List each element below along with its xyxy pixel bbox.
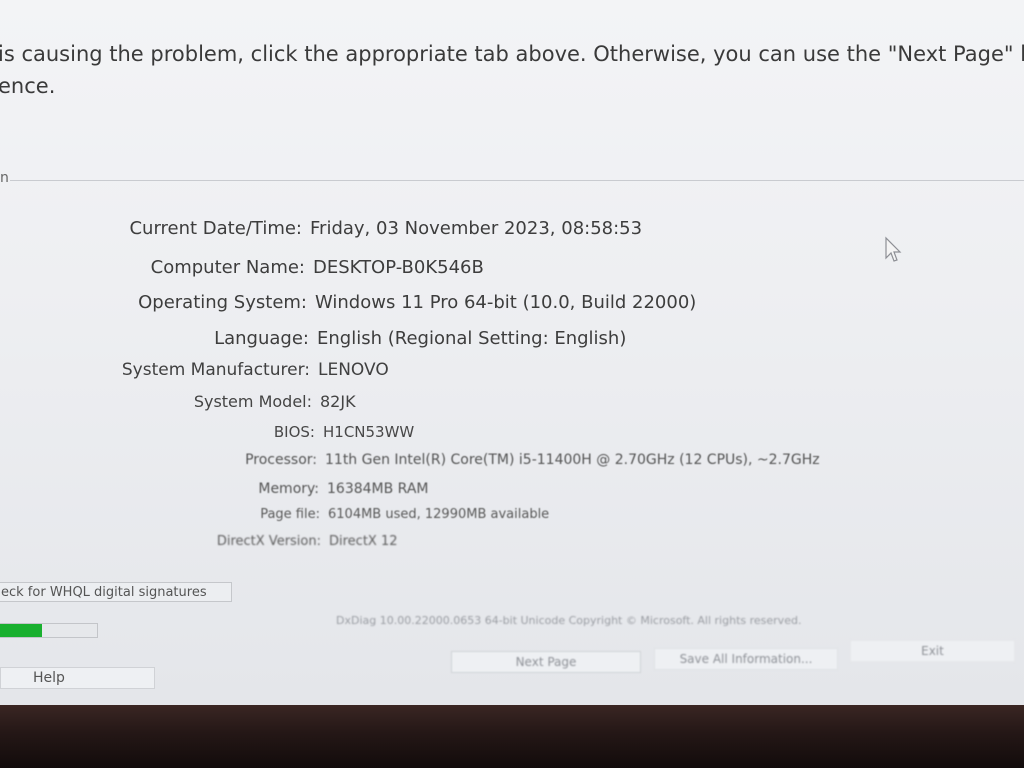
mouse-cursor-icon [885, 236, 902, 262]
info-label: Computer Name: [150, 257, 305, 278]
info-label: Operating System: [138, 292, 307, 313]
instructions-line-2: ence. [0, 74, 56, 98]
info-value: 82JK [320, 392, 356, 411]
info-label: DirectX Version: [216, 534, 321, 549]
copyright-text: DxDiag 10.00.22000.0653 64-bit Unicode C… [336, 614, 802, 627]
progress-fill [0, 624, 43, 637]
info-row-memory: Memory: 16384MB RAM [0, 481, 428, 505]
info-value: 6104MB used, 12990MB available [328, 507, 550, 522]
help-button[interactable]: Help [0, 667, 155, 689]
info-row-bios: BIOS: H1CN53WW [0, 423, 414, 447]
info-value: LENOVO [318, 360, 389, 380]
info-label: Language: [214, 328, 309, 349]
next-page-button[interactable]: Next Page [451, 651, 641, 673]
instructions-text: is causing the problem, click the approp… [0, 38, 1024, 102]
whql-signature-checkbox[interactable]: eck for WHQL digital signatures [0, 582, 232, 602]
info-value: Windows 11 Pro 64-bit (10.0, Build 22000… [315, 292, 697, 313]
info-value: DESKTOP-B0K546B [313, 257, 484, 278]
info-value: 11th Gen Intel(R) Core(TM) i5-11400H @ 2… [325, 452, 820, 468]
info-row-page-file: Page file: 6104MB used, 12990MB availabl… [0, 507, 549, 531]
info-label: Processor: [245, 452, 317, 468]
save-all-information-button[interactable]: Save All Information... [654, 648, 838, 670]
system-info-group-title: n [0, 170, 9, 186]
group-divider [10, 180, 1024, 181]
info-label: Page file: [260, 507, 320, 522]
info-value: 16384MB RAM [327, 481, 429, 497]
info-row-directx-version: DirectX Version: DirectX 12 [0, 534, 398, 558]
instructions-line-1: is causing the problem, click the approp… [0, 42, 1024, 66]
info-row-computer-name: Computer Name: DESKTOP-B0K546B [0, 257, 484, 281]
progress-bar [0, 623, 98, 638]
info-value: H1CN53WW [323, 423, 415, 441]
info-label: System Manufacturer: [121, 360, 310, 380]
dxdiag-window: is causing the problem, click the approp… [0, 0, 1024, 705]
info-label: System Model: [193, 392, 312, 411]
exit-button[interactable]: Exit [850, 640, 1015, 662]
info-value: DirectX 12 [329, 534, 398, 549]
info-row-model: System Model: 82JK [0, 392, 356, 416]
info-row-operating-system: Operating System: Windows 11 Pro 64-bit … [0, 292, 696, 316]
info-row-language: Language: English (Regional Setting: Eng… [0, 328, 626, 352]
info-label: BIOS: [273, 423, 315, 441]
info-row-date-time: Current Date/Time: Friday, 03 November 2… [0, 218, 642, 242]
info-row-processor: Processor: 11th Gen Intel(R) Core(TM) i5… [0, 452, 820, 476]
info-value: English (Regional Setting: English) [317, 328, 627, 349]
info-value: Friday, 03 November 2023, 08:58:53 [310, 218, 643, 239]
monitor-bezel [0, 705, 1024, 768]
info-row-manufacturer: System Manufacturer: LENOVO [0, 360, 389, 384]
info-label: Current Date/Time: [129, 218, 302, 239]
info-label: Memory: [258, 481, 319, 497]
